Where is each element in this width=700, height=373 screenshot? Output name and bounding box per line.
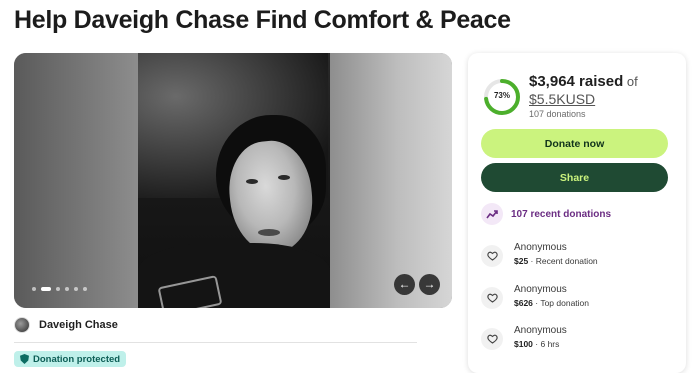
organizer[interactable]: Daveigh Chase: [14, 317, 118, 333]
donation-item: Anonymous $100 · 6 hrs: [481, 325, 567, 350]
progress-percent: 73%: [493, 91, 510, 100]
donation-protected-badge[interactable]: Donation protected: [14, 351, 127, 367]
heart-hand-icon: [481, 245, 503, 267]
arrow-right-icon: →: [423, 277, 436, 291]
carousel-dot[interactable]: [65, 287, 69, 291]
donor-amount: $25: [514, 256, 529, 266]
carousel-prev-button[interactable]: ←: [394, 274, 415, 295]
donation-count: 107 donations: [529, 109, 586, 119]
share-button[interactable]: Share: [481, 163, 668, 192]
organizer-name[interactable]: Daveigh Chase: [39, 319, 118, 331]
donation-item: Anonymous $25 · Recent donation: [481, 242, 598, 267]
donation-item: Anonymous $626 · Top donation: [481, 284, 589, 309]
progress-ring: 73%: [482, 77, 522, 117]
donor-name: Anonymous: [514, 284, 567, 295]
carousel-dot-active[interactable]: [41, 287, 51, 291]
donor-detail: $626 · Top donation: [514, 298, 589, 308]
donor-note: · Recent donation: [528, 256, 598, 266]
arrow-left-icon: ←: [398, 277, 411, 291]
raised-amount: $3,964 raised: [529, 73, 624, 90]
goal-amount: $5.5KUSD: [529, 91, 596, 107]
raised-of: of: [623, 74, 638, 89]
carousel-dot[interactable]: [83, 287, 87, 291]
hero-backdrop-left: [14, 53, 138, 308]
carousel-next-button[interactable]: →: [419, 274, 440, 295]
recent-donations-link[interactable]: 107 recent donations: [481, 203, 611, 225]
badge-label: Donation protected: [33, 353, 121, 365]
donor-note: · Top donation: [532, 298, 590, 308]
carousel-dot[interactable]: [32, 287, 36, 291]
carousel-dot[interactable]: [74, 287, 78, 291]
carousel-dot[interactable]: [56, 287, 60, 291]
page-title: Help Daveigh Chase Find Comfort & Peace: [14, 6, 511, 34]
shield-icon: [20, 354, 29, 364]
heart-hand-icon: [481, 287, 503, 309]
donor-name: Anonymous: [514, 242, 567, 253]
avatar: [14, 317, 30, 333]
hero-photo: [138, 53, 330, 308]
donor-detail: $100 · 6 hrs: [514, 339, 567, 349]
heart-hand-icon: [481, 328, 503, 350]
hero-carousel[interactable]: ← →: [14, 53, 452, 308]
recent-donations-label: 107 recent donations: [511, 208, 612, 220]
amount-raised: $3,964 raised of: [529, 73, 638, 90]
donor-amount: $626: [514, 298, 533, 308]
donor-amount: $100: [514, 339, 533, 349]
donate-button[interactable]: Donate now: [481, 129, 668, 158]
donor-name: Anonymous: [514, 325, 567, 336]
donation-card: 73% $3,964 raised of $5.5KUSD 107 donati…: [468, 53, 686, 373]
hero-backdrop-right: [330, 53, 452, 308]
trending-up-icon: [481, 203, 503, 225]
divider: [14, 342, 417, 343]
donor-note: · 6 hrs: [532, 339, 560, 349]
carousel-dots: [32, 287, 87, 291]
donor-detail: $25 · Recent donation: [514, 256, 598, 266]
